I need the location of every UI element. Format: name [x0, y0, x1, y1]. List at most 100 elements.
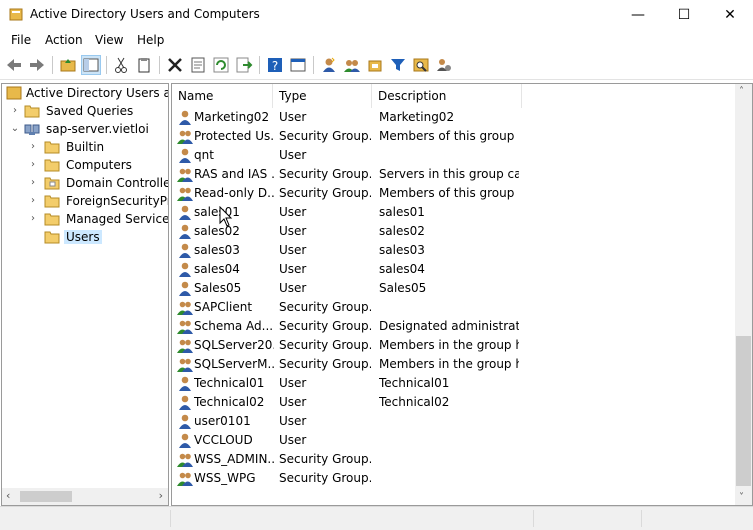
folder-icon: [44, 159, 60, 172]
scroll-up-icon[interactable]: ˄: [739, 86, 744, 97]
menu-help[interactable]: Help: [137, 33, 164, 47]
table-row[interactable]: Technical01 User Technical01: [172, 374, 732, 393]
scroll-right-icon[interactable]: ›: [159, 489, 163, 502]
tree-item-label: Managed Service A: [66, 212, 169, 226]
new-ou-icon[interactable]: [366, 56, 384, 74]
column-header-description[interactable]: Description: [372, 84, 522, 108]
user-icon: [177, 223, 193, 239]
table-row[interactable]: user0101 User: [172, 412, 732, 431]
table-row[interactable]: SAPClient Security Group...: [172, 298, 732, 317]
tree-item-domain[interactable]: ⌄ sap-server.vietloi: [2, 121, 168, 139]
chevron-right-icon[interactable]: ›: [10, 106, 20, 116]
user-icon: [177, 280, 193, 296]
row-description: sales03: [379, 243, 425, 257]
folder-icon: [44, 231, 60, 244]
row-type: User: [279, 205, 307, 219]
delete-icon[interactable]: [166, 56, 184, 74]
table-row[interactable]: RAS and IAS ... Security Group... Servers …: [172, 165, 732, 184]
tree-item-builtin[interactable]: › Builtin: [2, 139, 168, 157]
group-icon: [177, 128, 193, 144]
menu-file[interactable]: File: [11, 33, 31, 47]
table-row[interactable]: Read-only D... Security Group... Members o…: [172, 184, 732, 203]
row-description: Members in the group h...: [379, 357, 519, 371]
chevron-right-icon[interactable]: ›: [28, 142, 38, 152]
details-list[interactable]: Name Type Description Marketing02 User Mar…: [171, 83, 753, 506]
help-icon[interactable]: ?: [266, 56, 284, 74]
table-row[interactable]: Sales05 User Sales05: [172, 279, 732, 298]
column-header-name[interactable]: Name: [172, 84, 273, 108]
clipboard-icon[interactable]: [135, 56, 153, 74]
row-description: sales02: [379, 224, 425, 238]
back-arrow-icon[interactable]: [5, 56, 23, 74]
new-group-icon[interactable]: [343, 56, 361, 74]
chevron-right-icon[interactable]: ›: [28, 160, 38, 170]
row-name: user0101: [194, 414, 251, 428]
maximize-button[interactable]: ☐: [661, 0, 707, 30]
user-icon: [177, 432, 193, 448]
new-user-icon[interactable]: [320, 56, 338, 74]
tree-root[interactable]: Active Directory Users and: [2, 85, 168, 103]
menu-view[interactable]: View: [95, 33, 123, 47]
tree-item-domain-controllers[interactable]: › Domain Controller: [2, 175, 168, 193]
tree-horizontal-scrollbar[interactable]: ‹ ›: [2, 488, 168, 505]
table-row[interactable]: qnt User: [172, 146, 732, 165]
table-row[interactable]: Schema Ad... Security Group... Designated …: [172, 317, 732, 336]
chevron-right-icon[interactable]: ›: [28, 196, 38, 206]
row-description: Members in the group h...: [379, 338, 519, 352]
table-row[interactable]: WSS_WPG Security Group...: [172, 469, 732, 488]
table-row[interactable]: sales04 User sales04: [172, 260, 732, 279]
row-description: Members of this group ...: [379, 129, 519, 143]
scroll-left-icon[interactable]: ‹: [6, 489, 10, 502]
find-icon[interactable]: [412, 56, 430, 74]
scroll-thumb[interactable]: [736, 336, 751, 486]
tree-item-saved-queries[interactable]: › Saved Queries: [2, 103, 168, 121]
row-type: User: [279, 148, 307, 162]
chevron-right-icon[interactable]: ›: [28, 178, 38, 188]
up-folder-icon[interactable]: [59, 56, 77, 74]
table-row[interactable]: VCCLOUD User: [172, 431, 732, 450]
user-icon: [177, 204, 193, 220]
tree-item-label: sap-server.vietloi: [46, 122, 149, 136]
console-tree[interactable]: Active Directory Users and › Saved Queri…: [1, 83, 169, 506]
add-to-group-icon[interactable]: [435, 56, 453, 74]
row-name: SQLServerM...: [194, 357, 274, 371]
table-row[interactable]: Marketing02 User Marketing02: [172, 108, 732, 127]
row-name: RAS and IAS ...: [194, 167, 274, 181]
view-pane-icon[interactable]: [289, 56, 307, 74]
row-type: Security Group...: [279, 452, 371, 466]
scroll-thumb[interactable]: [20, 491, 72, 502]
chevron-right-icon[interactable]: ›: [28, 214, 38, 224]
tree-item-computers[interactable]: › Computers: [2, 157, 168, 175]
properties-icon[interactable]: [189, 56, 207, 74]
row-description: Members of this group ...: [379, 186, 519, 200]
table-row[interactable]: SQLServer20... Security Group... Members i…: [172, 336, 732, 355]
scroll-down-icon[interactable]: ˅: [739, 492, 744, 503]
tree-item-users[interactable]: Users: [2, 229, 168, 247]
table-row[interactable]: Technical02 User Technical02: [172, 393, 732, 412]
cut-icon[interactable]: [112, 56, 130, 74]
export-list-icon[interactable]: [235, 56, 253, 74]
chevron-down-icon[interactable]: ⌄: [10, 124, 20, 134]
minimize-button[interactable]: —: [615, 0, 661, 30]
tree-item-foreign-security[interactable]: › ForeignSecurityPrir: [2, 193, 168, 211]
folder-icon: [44, 195, 60, 208]
menu-action[interactable]: Action: [45, 33, 83, 47]
close-button[interactable]: ✕: [707, 0, 753, 30]
table-row[interactable]: sales02 User sales02: [172, 222, 732, 241]
filter-icon[interactable]: [389, 56, 407, 74]
list-vertical-scrollbar[interactable]: ˄ ˅: [735, 84, 752, 505]
table-row[interactable]: sales01 User sales01: [172, 203, 732, 222]
forward-arrow-icon[interactable]: [28, 56, 46, 74]
tree-item-managed-service[interactable]: › Managed Service A: [2, 211, 168, 229]
table-row[interactable]: WSS_ADMIN... Security Group...: [172, 450, 732, 469]
console-tree-icon[interactable]: [81, 55, 101, 75]
row-type: Security Group...: [279, 167, 371, 181]
table-row[interactable]: Protected Us... Security Group... Members …: [172, 127, 732, 146]
table-row[interactable]: SQLServerM... Security Group... Members in…: [172, 355, 732, 374]
group-icon: [177, 337, 193, 353]
row-type: Security Group...: [279, 357, 371, 371]
row-type: Security Group...: [279, 186, 371, 200]
column-header-type[interactable]: Type: [273, 84, 372, 108]
table-row[interactable]: sales03 User sales03: [172, 241, 732, 260]
refresh-icon[interactable]: [212, 56, 230, 74]
